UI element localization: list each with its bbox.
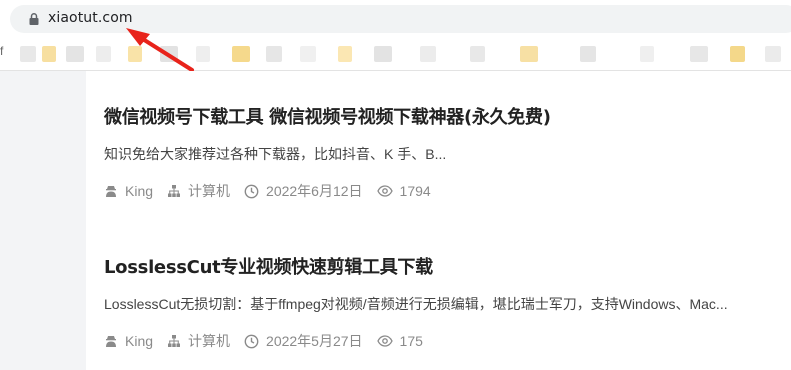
clock-icon [244,334,259,348]
article-item: 微信视频号下载工具 微信视频号视频下载神器(永久免费) 知识免给大家推荐过各种下… [104,103,551,201]
blurred-bookmark[interactable] [420,46,436,62]
blurred-bookmark[interactable] [66,46,84,62]
blurred-bookmark[interactable] [266,46,282,62]
article-list: 微信视频号下载工具 微信视频号视频下载神器(永久免费) 知识免给大家推荐过各种下… [86,71,791,370]
blurred-bookmark[interactable] [42,46,56,62]
eye-icon [376,185,393,197]
blurred-bookmark[interactable] [640,46,654,62]
view-count: 175 [376,333,423,349]
article-title[interactable]: LosslessCut专业视频快速剪辑工具下载 [104,253,728,279]
article-meta: King 计算机 2022年6月12日 1794 [104,181,551,201]
view-count: 1794 [376,183,431,199]
author-name[interactable]: King [125,183,153,199]
blurred-bookmark[interactable] [128,46,142,62]
views-text: 1794 [399,183,431,199]
blurred-bookmark[interactable] [196,46,210,62]
date-text: 2022年6月12日 [266,183,363,199]
article-title[interactable]: 微信视频号下载工具 微信视频号视频下载神器(永久免费) [104,103,551,129]
sitemap-icon [168,185,181,197]
post-date: 2022年5月27日 [244,331,363,351]
blurred-bookmark[interactable] [160,46,178,62]
post-date: 2022年6月12日 [244,181,363,201]
blurred-bookmark[interactable] [765,46,781,62]
address-bar[interactable]: xiaotut.com [10,5,791,33]
category[interactable]: 计算机 [167,331,230,351]
author[interactable]: King [104,333,153,349]
article-excerpt: 知识免给大家推荐过各种下载器，比如抖音、K 手、B... [104,146,447,162]
date-text: 2022年5月27日 [266,333,363,349]
blurred-bookmark[interactable] [96,46,111,62]
user-icon [106,336,116,347]
blurred-bookmark[interactable] [232,46,250,62]
blurred-bookmark[interactable] [300,46,316,62]
lock-icon[interactable] [27,12,41,26]
author-name[interactable]: King [125,333,153,349]
url-text[interactable]: xiaotut.com [48,10,133,26]
category-name[interactable]: 计算机 [188,331,230,351]
views-text: 175 [399,333,423,349]
clock-icon [244,184,259,198]
author[interactable]: King [104,183,153,199]
article-meta: King 计算机 2022年5月27日 175 [104,331,728,351]
article-item: LosslessCut专业视频快速剪辑工具下载 LosslessCut无损切割：… [104,253,728,351]
blurred-bookmark[interactable] [374,46,392,62]
article-excerpt: LosslessCut无损切割：基于ffmpeg对视频/音频进行无损编辑，堪比瑞… [104,296,728,312]
browser-toolbar: xiaotut.com [0,0,791,38]
blurred-bookmark[interactable] [338,46,352,62]
category-name[interactable]: 计算机 [188,181,230,201]
eye-icon [376,335,393,347]
blurred-bookmark[interactable] [520,46,538,62]
blurred-bookmark[interactable] [730,46,745,62]
blurred-bookmark[interactable] [470,46,485,62]
sitemap-icon [168,335,181,347]
page-left-gutter [0,71,86,370]
category[interactable]: 计算机 [167,181,230,201]
user-icon [106,186,116,197]
blurred-bookmark[interactable] [20,46,36,62]
bookmark-item[interactable]: f [0,44,3,58]
blurred-bookmark[interactable] [580,46,596,62]
blurred-bookmark[interactable] [690,46,708,62]
bookmarks-bar: f [0,38,791,71]
